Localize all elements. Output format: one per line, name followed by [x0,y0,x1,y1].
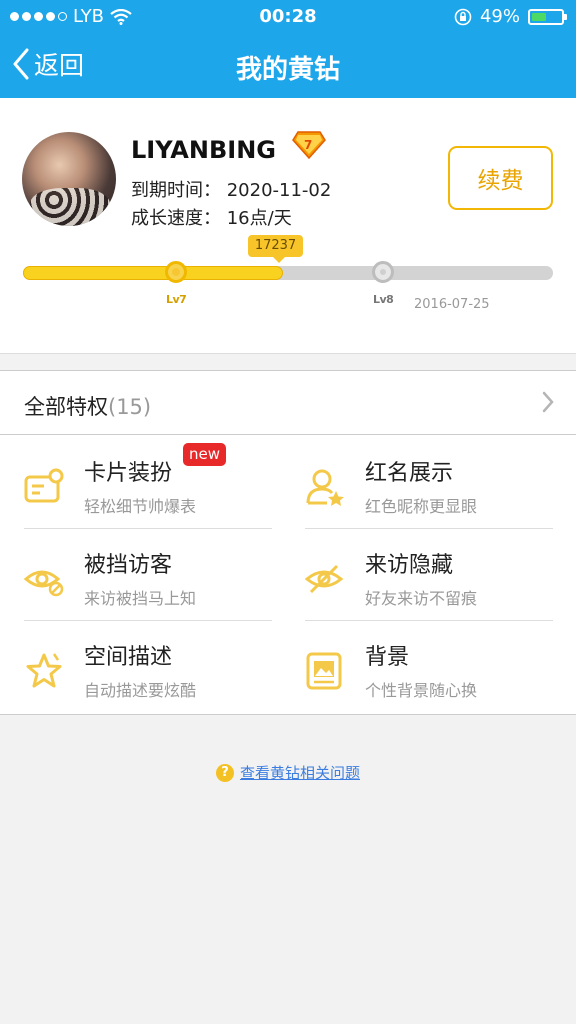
yellow-diamond-badge-icon: 7 [292,131,326,160]
eye-hidden-icon [305,564,344,594]
rotation-lock-icon [454,8,472,25]
eye-block-icon [24,570,64,597]
svg-text:7: 7 [304,138,312,152]
status-bar: LYB 00:28 49% [0,0,576,34]
renew-button[interactable]: 续费 [448,146,553,210]
new-badge: new [183,443,226,466]
privilege-title: 卡片装扮 [84,461,173,486]
picture-icon [306,652,342,690]
privilege-item-card[interactable]: 卡片装扮 轻松细节帅爆表 [24,437,294,529]
privilege-subtitle: 好友来访不留痕 [365,589,478,608]
battery-percent: 49% [479,6,520,27]
privilege-subtitle: 红色昵称更显眼 [365,497,478,516]
privilege-item-red-name[interactable]: 红名展示 红色昵称更显眼 [305,437,575,529]
username: LIYANBING [131,136,276,164]
privilege-item-hidden-visits[interactable]: 来访隐藏 好友来访不留痕 [305,529,575,621]
privileges-section: 全部特权(15) 卡片装扮 轻松细节帅爆表 红名展示 红色昵称更显眼 被挡访客 … [0,370,576,715]
star-icon [26,653,62,688]
user-star-icon [306,469,344,506]
privileges-title: 全部特权 [24,395,108,419]
next-level-label: Lv8 [373,293,394,306]
privilege-subtitle: 自动描述要炫酷 [84,681,197,700]
current-level-label: Lv7 [166,293,187,306]
nav-bar: 返回 我的黄钻 [0,34,576,98]
expire-date: 到期时间： 2020-11-02 [131,180,332,201]
level-progress-bar [23,261,553,283]
privilege-item-space-description[interactable]: 空间描述 自动描述要炫酷 [24,621,294,713]
privilege-subtitle: 个性背景随心换 [365,681,478,700]
help-link[interactable]: 查看黄钻相关问题 [240,764,360,782]
chevron-right-icon [542,391,554,413]
privilege-item-blocked-visitors[interactable]: 被挡访客 来访被挡马上知 [24,529,294,621]
privileges-count: (15) [108,395,152,419]
privilege-title: 被挡访客 [84,553,173,578]
privilege-subtitle: 轻松细节帅爆表 [84,497,197,516]
all-privileges-row[interactable]: 全部特权(15) [0,371,576,435]
question-icon: ? [215,763,234,782]
current-level-node [165,261,187,283]
privilege-item-background[interactable]: 背景 个性背景随心换 [305,621,575,713]
battery-icon [528,8,567,25]
page-title: 我的黄钻 [235,55,340,85]
privilege-subtitle: 来访被挡马上知 [84,589,197,608]
level-progress-fill [23,266,283,280]
privilege-title: 空间描述 [84,645,173,670]
header: LYB 00:28 49% 返回 我的黄钻 [0,0,576,98]
profile-card: LIYANBING 7 到期时间： 2020-11-02 成长速度： 16点/天… [0,98,576,354]
privilege-title: 来访隐藏 [365,553,454,578]
privilege-title: 红名展示 [365,461,454,486]
avatar[interactable] [22,132,116,226]
card-icon [24,468,64,503]
growth-speed: 成长速度： 16点/天 [131,208,292,229]
help-row: ? 查看黄钻相关问题 [0,762,576,783]
privilege-title: 背景 [365,645,410,670]
next-level-node [372,261,394,283]
points-bubble: 17237 [248,235,303,263]
next-level-date: 2016-07-25 [414,297,490,312]
